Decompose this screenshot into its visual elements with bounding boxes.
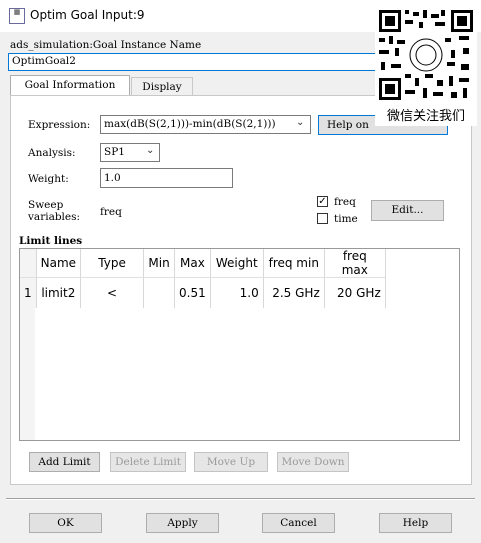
time-checkbox-label: time [334, 213, 358, 225]
move-up-button[interactable]: Move Up [194, 452, 268, 472]
weight-label: Weight: [28, 173, 69, 185]
analysis-label: Analysis: [28, 147, 76, 159]
tab-goal-information[interactable]: Goal Information [10, 75, 130, 96]
cell-type[interactable]: < [80, 277, 145, 308]
move-down-button[interactable]: Move Down [277, 452, 349, 472]
chevron-down-icon: ⌄ [146, 145, 155, 156]
app-icon: ▦ [9, 8, 25, 24]
cell-freq-max[interactable]: 20 GHz [324, 277, 386, 308]
cell-max[interactable]: 0.51 [174, 277, 211, 308]
time-checkbox[interactable] [317, 213, 328, 224]
weight-input[interactable]: 1.0 [100, 168, 233, 188]
cell-weight[interactable]: 1.0 [210, 277, 264, 308]
qr-caption: 微信关注我们 [386, 109, 465, 124]
column-header [20, 249, 37, 278]
sweep-label-1: Sweep [28, 199, 64, 211]
cell-freq-min[interactable]: 2.5 GHz [263, 277, 325, 308]
help-button[interactable]: Help [379, 513, 452, 533]
sweep-label-2: variables: [28, 211, 81, 223]
column-header: Type [80, 249, 145, 278]
window-title: Optim Goal Input:9 [30, 8, 145, 22]
table-header-row: Name Type Min Max Weight freq min freq m… [20, 249, 386, 278]
column-header: freq max [324, 249, 386, 278]
freq-checkbox-label: freq [334, 196, 356, 208]
column-header: Min [143, 249, 176, 278]
limit-lines-label: Limit lines [19, 235, 83, 247]
instance-label: ads_simulation:Goal Instance Name [10, 39, 202, 51]
sweep-value: freq [100, 206, 122, 218]
ok-button[interactable]: OK [29, 513, 102, 533]
apply-button[interactable]: Apply [146, 513, 219, 533]
limit-table-grid: Name Type Min Max Weight freq min freq m… [20, 249, 386, 308]
qr-code-overlay: 微信关注我们 [375, 4, 477, 126]
cell-min[interactable] [143, 277, 176, 308]
qr-code-image [375, 4, 477, 104]
expression-select[interactable]: max(dB(S(2,1)))-min(dB(S(2,1))) [100, 115, 311, 134]
column-header: Name [36, 249, 82, 278]
table-row[interactable]: 1 limit2 < 0.51 1.0 2.5 GHz 20 GHz [20, 277, 386, 308]
footer-divider [6, 498, 475, 500]
delete-limit-button[interactable]: Delete Limit [110, 452, 186, 472]
tab-display[interactable]: Display [131, 77, 193, 95]
expression-label: Expression: [28, 119, 91, 131]
expression-value: max(dB(S(2,1)))-min(dB(S(2,1))) [104, 118, 276, 130]
chevron-down-icon: ⌄ [296, 117, 305, 128]
column-header: Max [174, 249, 211, 278]
add-limit-button[interactable]: Add Limit [29, 452, 100, 472]
freq-checkbox[interactable]: ✓ [317, 196, 328, 207]
edit-button[interactable]: Edit... [371, 200, 444, 221]
cell-name[interactable]: limit2 [36, 277, 82, 308]
analysis-value: SP1 [104, 146, 125, 158]
column-header: freq min [263, 249, 325, 278]
cancel-button[interactable]: Cancel [262, 513, 335, 533]
column-header: Weight [210, 249, 264, 278]
row-number: 1 [20, 277, 37, 308]
